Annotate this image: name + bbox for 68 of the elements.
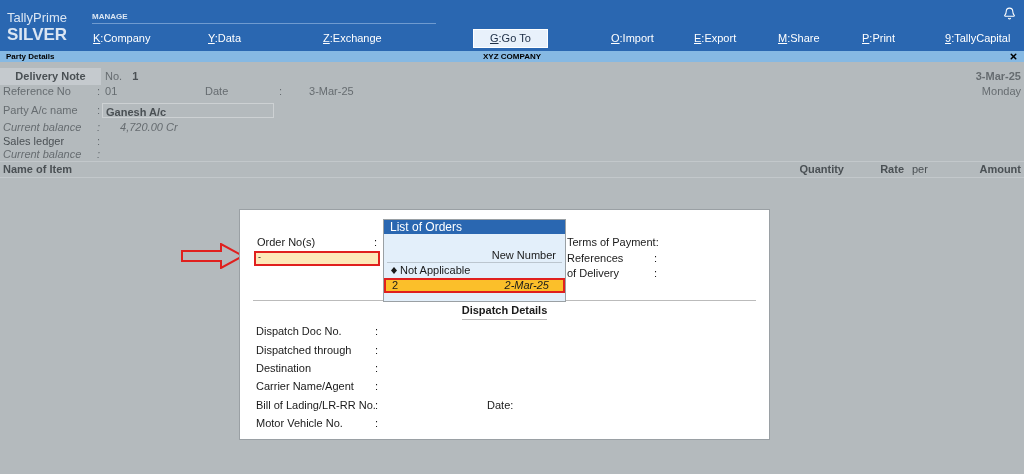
column-header: Amount [978,162,1022,178]
field-label: Dispatch Doc No. [256,324,343,340]
separator: : [375,379,379,395]
party-field[interactable]: Ganesh A/c [102,103,275,118]
field-label: Current balance [2,147,83,163]
field-label: Carrier Name/Agent [256,379,355,395]
voucher-type: Delivery Note [0,68,101,85]
separator: : [375,361,379,376]
field-label: Reference No [2,84,72,100]
field-label: Destination [256,361,313,376]
popup-title: List of Orders [384,220,565,234]
separator: : [97,103,101,119]
field-label: Sales ledger [2,133,66,149]
field-label: Date [205,84,230,100]
voucher-number: 1 [132,69,139,85]
field-label: References [567,250,625,265]
separator: : [97,147,101,163]
column-header: New Number [387,248,562,263]
edition-label: SILVER [7,26,69,44]
separator: : [279,84,284,100]
company-name: XYZ COMPANY [482,50,542,63]
field-label: Dispatched through [256,342,353,358]
field-label: of Delivery [567,266,620,281]
separator: : [97,133,101,149]
menu-item[interactable]: K:Company [92,30,152,47]
separator: : [374,235,378,250]
product-name: TallyPrime [7,10,68,26]
column-header: Rate [879,162,904,178]
field-value: 3-Mar-25 [309,84,354,100]
separator: : [97,84,101,100]
field-label: Party A/c name [2,103,79,119]
menu-item[interactable]: Z:Exchange [322,30,383,47]
separator: : [654,266,658,281]
section-label: MANAGE [92,12,128,21]
notification-icon[interactable] [1003,7,1016,20]
separator: : [375,324,379,340]
close-icon[interactable] [1009,52,1018,61]
field-label: Current balance [2,119,83,135]
screen-title: Party Details [6,50,56,63]
separator: : [375,397,379,413]
field-label: Bill of Lading/LR-RR No. [256,397,375,413]
voucher-day: Monday [981,83,1021,100]
column-header: Quantity [798,162,844,178]
order-list-item[interactable]: 2 2-Mar-25 [384,278,565,293]
column-header: Name of Item [2,162,73,178]
separator: : [375,342,379,358]
menu-item[interactable]: Y:Data [207,30,243,47]
column-header: per [911,162,929,178]
diamond-bullet-icon [391,267,397,274]
menu-item[interactable]: M:Share [777,30,821,47]
separator: : [97,119,101,135]
menu-item[interactable]: E:Export [693,30,738,47]
order-number-field[interactable]: - [254,250,380,266]
field-label: Terms of Payment: [567,235,659,250]
menu-item[interactable]: P:Print [861,30,897,47]
order-list-item[interactable]: Not Applicable [384,263,565,278]
menu-item[interactable]: G:Go To [473,29,548,48]
field-label: Date: [487,397,514,413]
separator: : [654,250,658,265]
voucher-date: 3-Mar-25 [975,69,1021,85]
field-label: Order No(s) [256,235,317,250]
separator: : [375,415,379,431]
field-value: 01 [105,84,119,100]
menu-item[interactable]: 9:TallyCapital [944,30,1012,47]
field-value: 4,720.00 Cr [120,119,178,135]
menu-item[interactable]: O:Import [610,30,655,47]
number-label: No. [105,69,123,85]
field-label: Motor Vehicle No. [256,415,344,431]
